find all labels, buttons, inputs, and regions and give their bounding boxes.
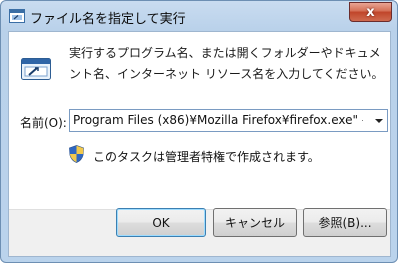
command-input[interactable]: Program Files (x86)¥Mozilla Firefox¥fire… <box>73 110 363 131</box>
command-combobox[interactable]: Program Files (x86)¥Mozilla Firefox¥fire… <box>69 109 388 132</box>
ok-button-label: OK <box>152 215 170 230</box>
dialog-description: 実行するプログラム名、または開くフォルダーやドキュメント名、インターネット リソ… <box>69 46 384 81</box>
admin-notice-text: このタスクは管理者特権で作成されます。 <box>93 150 320 164</box>
cancel-button[interactable]: キャンセル <box>213 208 297 237</box>
chevron-down-icon <box>374 118 383 123</box>
run-icon <box>9 9 25 23</box>
run-dialog-window: ファイル名を指定して実行 x 実行するプログラム名、または開くフォルダーやドキュ… <box>0 0 398 263</box>
close-button[interactable]: x <box>349 2 392 22</box>
ok-button[interactable]: OK <box>116 208 206 237</box>
shield-icon <box>69 145 84 163</box>
browse-button-label: 参照(B)... <box>318 216 372 230</box>
dropdown-button[interactable] <box>370 110 387 131</box>
name-label: 名前(O): <box>20 116 67 130</box>
close-icon: x <box>366 4 375 20</box>
cancel-button-label: キャンセル <box>224 216 285 230</box>
dialog-body: 実行するプログラム名、または開くフォルダーやドキュメント名、インターネット リソ… <box>8 31 391 257</box>
title-bar[interactable]: ファイル名を指定して実行 x <box>1 1 397 32</box>
browse-button[interactable]: 参照(B)... <box>303 208 387 237</box>
run-icon <box>21 58 51 80</box>
window-title: ファイル名を指定して実行 <box>30 12 186 27</box>
